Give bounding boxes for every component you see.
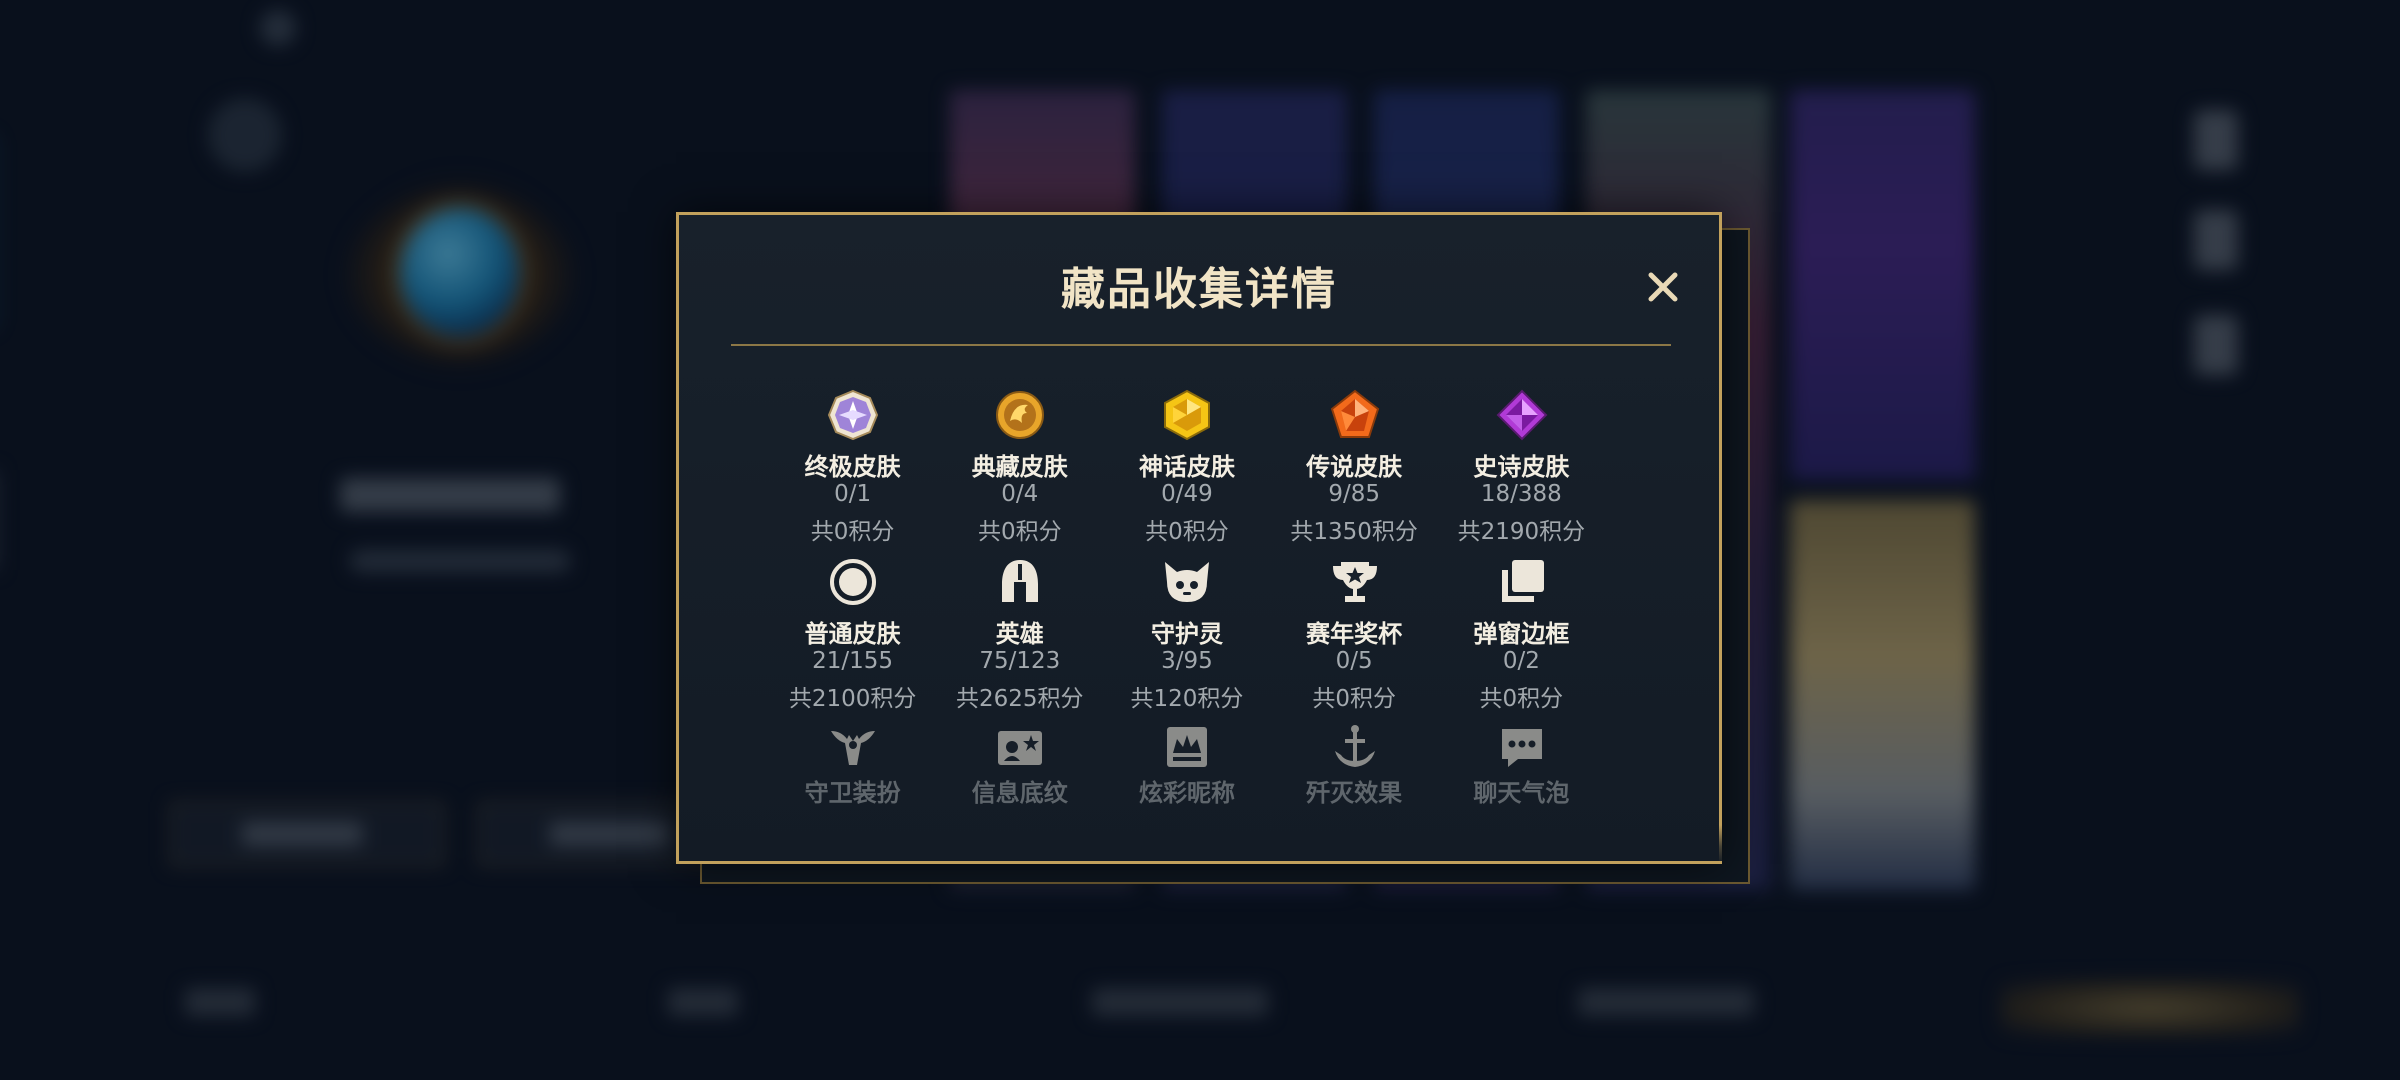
collection-item[interactable]: 弹窗边框 0/2 共0积分 [1438, 542, 1605, 712]
epic-skin-icon [1496, 389, 1548, 441]
common-skin-icon [827, 556, 879, 608]
close-icon [1648, 272, 1678, 302]
collection-item[interactable]: 神话皮肤 0/49 共0积分 [1103, 375, 1270, 545]
collection-details-dialog: 藏品收集详情 终极皮肤 0/1 共0积分 典藏皮肤 0/4 共0积分 神话皮肤 … [676, 212, 1722, 864]
collection-item[interactable]: 赛年奖杯 0/5 共0积分 [1271, 542, 1438, 712]
collection-item[interactable]: 守卫装扮 [769, 709, 936, 876]
profile-banner-icon [994, 721, 1046, 773]
trophy-icon [1329, 556, 1381, 608]
collection-grid: 终极皮肤 0/1 共0积分 典藏皮肤 0/4 共0积分 神话皮肤 0/49 共0… [769, 375, 1605, 876]
collection-item[interactable]: 炫彩昵称 [1103, 709, 1270, 876]
collection-item[interactable]: 聊天气泡 [1438, 709, 1605, 876]
collection-item[interactable]: 典藏皮肤 0/4 共0积分 [936, 375, 1103, 545]
collection-row: 普通皮肤 21/155 共2100积分 英雄 75/123 共2625积分 守护… [769, 542, 1605, 712]
collection-item[interactable]: 终极皮肤 0/1 共0积分 [769, 375, 936, 545]
collection-item[interactable]: 守护灵 3/95 共120积分 [1103, 542, 1270, 712]
prestige-skin-icon [994, 389, 1046, 441]
ultimate-skin-icon [827, 389, 879, 441]
mythic-skin-icon [1161, 389, 1213, 441]
ward-skin-icon [827, 721, 879, 773]
title-divider [731, 344, 1671, 346]
collection-item[interactable]: 史诗皮肤 18/388 共2190积分 [1438, 375, 1605, 545]
collection-row: 守卫装扮 信息底纹 炫彩昵称 歼灭效果 聊天气泡 [769, 709, 1605, 876]
close-button[interactable] [1637, 261, 1689, 313]
champion-helmet-icon [994, 556, 1046, 608]
collection-item[interactable]: 普通皮肤 21/155 共2100积分 [769, 542, 936, 712]
collection-item[interactable]: 英雄 75/123 共2625积分 [936, 542, 1103, 712]
legendary-skin-icon [1329, 389, 1381, 441]
collection-row: 终极皮肤 0/1 共0积分 典藏皮肤 0/4 共0积分 神话皮肤 0/49 共0… [769, 375, 1605, 545]
chat-bubble-icon [1496, 721, 1548, 773]
collection-item[interactable]: 信息底纹 [936, 709, 1103, 876]
elimination-effect-icon [1329, 721, 1381, 773]
colorful-nickname-icon [1161, 721, 1213, 773]
popup-frame-icon [1496, 556, 1548, 608]
dialog-title: 藏品收集详情 [1061, 264, 1337, 315]
collection-item[interactable]: 歼灭效果 [1271, 709, 1438, 876]
collection-item[interactable]: 传说皮肤 9/85 共1350积分 [1271, 375, 1438, 545]
guardian-icon [1161, 556, 1213, 608]
